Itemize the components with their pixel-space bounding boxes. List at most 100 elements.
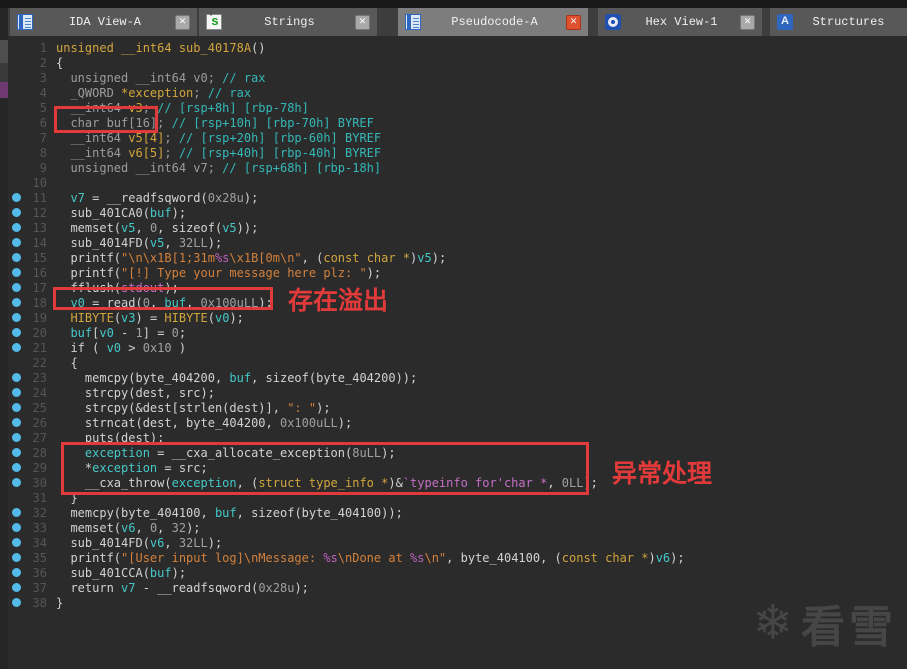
code-line: 33 memset(v6, 0, 32); [8, 520, 907, 535]
code-line: 35 printf("[User input log]\nMessage: %s… [8, 550, 907, 565]
tab-ida-view-a[interactable]: IDA View-A ✕ [10, 8, 197, 36]
tab-strings[interactable]: Strings ✕ [199, 8, 377, 36]
tab-label: Strings [264, 15, 315, 29]
line-number: 9 [39, 160, 47, 175]
line-number: 30 [32, 475, 47, 490]
code-line: 9 unsigned __int64 v7; // [rsp+68h] [rbp… [8, 160, 907, 175]
left-strip-gray-block [0, 40, 8, 63]
code-line: 26 strncat(dest, byte_404200, 0x100uLL); [8, 415, 907, 430]
code-text: { [56, 55, 64, 70]
address-dot-icon [12, 508, 21, 517]
line-number: 12 [32, 205, 47, 220]
code-text: __int64 v6[5]; // [rsp+40h] [rbp-40h] BY… [56, 145, 382, 160]
tab-label: IDA View-A [68, 15, 141, 29]
address-dot-icon [12, 193, 21, 202]
code-text: memcpy(byte_404100, buf, sizeof(byte_404… [56, 505, 403, 520]
address-dot-empty [12, 73, 21, 82]
line-number: 35 [32, 550, 47, 565]
address-dot-empty [12, 103, 21, 112]
line-number: 29 [32, 460, 47, 475]
line-number: 21 [32, 340, 47, 355]
code-text: printf("[!] Type your message here plz: … [56, 265, 382, 280]
address-dot-icon [12, 403, 21, 412]
line-number: 11 [32, 190, 47, 205]
line-number: 10 [32, 175, 47, 190]
code-line: 36 sub_401CCA(buf); [8, 565, 907, 580]
disassembly-document-icon [17, 14, 33, 30]
code-line: 14 sub_4014FD(v5, 32LL); [8, 235, 907, 250]
code-line: 3 unsigned __int64 v0; // rax [8, 70, 907, 85]
tab-label: Pseudocode-A [451, 15, 538, 29]
address-dot-icon [12, 328, 21, 337]
code-line: 34 sub_4014FD(v6, 32LL); [8, 535, 907, 550]
code-line: 24 strcpy(dest, src); [8, 385, 907, 400]
line-number: 36 [32, 565, 47, 580]
line-number: 15 [32, 250, 47, 265]
line-number: 32 [32, 505, 47, 520]
line-number: 23 [32, 370, 47, 385]
kanxue-watermark: 看雪 [753, 591, 897, 655]
code-line: 10 [8, 175, 907, 190]
line-number: 19 [32, 310, 47, 325]
code-text: } [56, 595, 64, 610]
line-number: 3 [39, 70, 47, 85]
address-dot-icon [12, 418, 21, 427]
line-number: 24 [32, 385, 47, 400]
tab-close-icon[interactable]: ✕ [566, 14, 581, 30]
code-text: return v7 - __readfsqword(0x28u); [56, 580, 309, 595]
line-number: 31 [32, 490, 47, 505]
code-text: _QWORD *exception; // rax [56, 85, 252, 100]
hex-view-icon [605, 14, 621, 30]
address-dot-empty [12, 148, 21, 157]
tab-close-icon[interactable]: ✕ [740, 14, 755, 30]
address-dot-icon [12, 313, 21, 322]
line-number: 1 [39, 40, 47, 55]
line-number: 28 [32, 445, 47, 460]
tab-close-icon[interactable]: ✕ [175, 14, 190, 30]
tab-structures[interactable]: Structures [770, 8, 907, 36]
snowflake-icon [753, 599, 793, 647]
line-number: 38 [32, 595, 47, 610]
code-text: memset(v6, 0, 32); [56, 520, 201, 535]
line-number: 14 [32, 235, 47, 250]
code-line: 32 memcpy(byte_404100, buf, sizeof(byte_… [8, 505, 907, 520]
line-number: 22 [32, 355, 47, 370]
tab-hex-view-1[interactable]: Hex View-1 ✕ [598, 8, 762, 36]
address-dot-empty [12, 43, 21, 52]
code-text: unsigned __int64 sub_40178A() [56, 40, 266, 55]
address-dot-icon [12, 283, 21, 292]
tab-close-icon[interactable]: ✕ [355, 14, 370, 30]
tab-pseudocode-a[interactable]: Pseudocode-A ✕ [398, 8, 588, 36]
address-dot-icon [12, 583, 21, 592]
code-text: memcpy(byte_404200, buf, sizeof(byte_404… [56, 370, 418, 385]
address-dot-empty [12, 58, 21, 67]
code-text: if ( v0 > 0x10 ) [56, 340, 187, 355]
code-text: printf("\n\x1B[1;31m%s\x1B[0m\n", (const… [56, 250, 447, 265]
code-line: 13 memset(v5, 0, sizeof(v5)); [8, 220, 907, 235]
address-dot-icon [12, 223, 21, 232]
line-number: 4 [39, 85, 47, 100]
code-line: 8 __int64 v6[5]; // [rsp+40h] [rbp-40h] … [8, 145, 907, 160]
annotation-label-overflow: 存在溢出 [288, 287, 389, 315]
address-dot-empty [12, 493, 21, 502]
code-text: sub_401CA0(buf); [56, 205, 187, 220]
address-dot-icon [12, 268, 21, 277]
address-dot-icon [12, 598, 21, 607]
line-number: 34 [32, 535, 47, 550]
code-text: memset(v5, 0, sizeof(v5)); [56, 220, 259, 235]
address-dot-icon [12, 433, 21, 442]
line-number: 20 [32, 325, 47, 340]
code-line: 22 { [8, 355, 907, 370]
code-line: 12 sub_401CA0(buf); [8, 205, 907, 220]
line-number: 25 [32, 400, 47, 415]
code-text: strcpy(dest, src); [56, 385, 215, 400]
address-dot-empty [12, 88, 21, 97]
address-dot-icon [12, 523, 21, 532]
code-text: unsigned __int64 v0; // rax [56, 70, 266, 85]
code-line: 21 if ( v0 > 0x10 ) [8, 340, 907, 355]
code-text: sub_4014FD(v6, 32LL); [56, 535, 223, 550]
line-number: 5 [39, 100, 47, 115]
left-dock-strip [0, 8, 8, 669]
address-dot-icon [12, 343, 21, 352]
code-text: sub_4014FD(v5, 32LL); [56, 235, 223, 250]
